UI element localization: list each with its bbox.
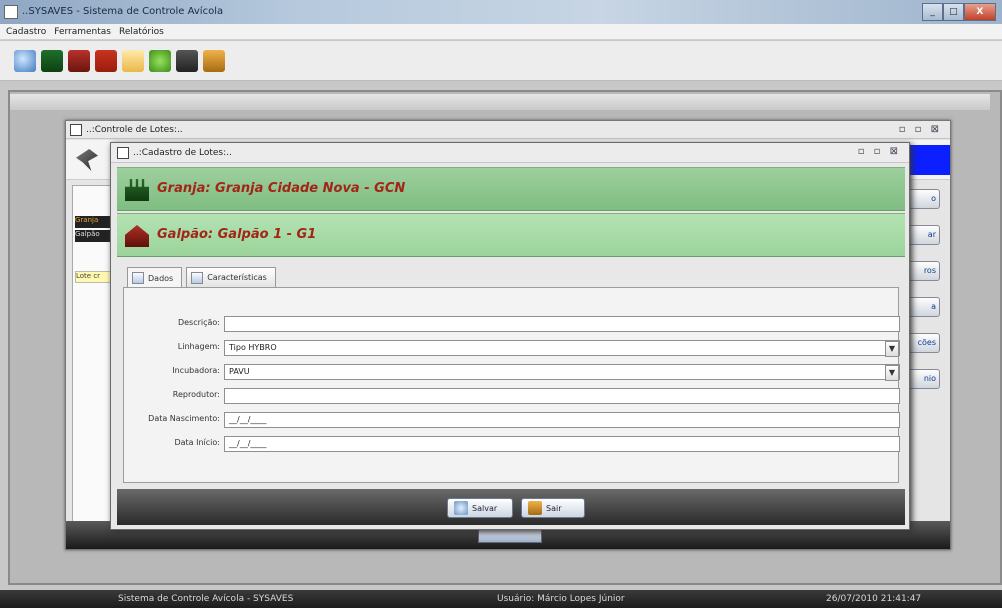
cadastro-lotes-titlebar: ..:Cadastro de Lotes:.. ▫ ▫ ⊠ bbox=[111, 143, 909, 163]
save-button[interactable]: Salvar bbox=[447, 498, 513, 518]
status-datetime: 26/07/2010 21:41:47 bbox=[826, 594, 922, 604]
descricao-row: Descrição: bbox=[124, 316, 900, 332]
data-nascimento-input[interactable]: __/__/____ bbox=[224, 412, 900, 428]
data-nascimento-row: Data Nascimento: __/__/____ bbox=[124, 412, 900, 428]
document-icon[interactable] bbox=[122, 49, 144, 72]
chevron-down-icon[interactable]: ▼ bbox=[885, 341, 899, 357]
data-inicio-value: __/__/____ bbox=[229, 439, 267, 448]
app-titlebar: ..SYSAVES - Sistema de Controle Avícola … bbox=[0, 0, 1002, 24]
save-button-label: Salvar bbox=[472, 503, 498, 513]
data-inicio-label: Data Início: bbox=[174, 438, 220, 447]
tree-granja-node[interactable]: Granja bbox=[75, 216, 111, 228]
farm-icon bbox=[125, 179, 149, 201]
window-checkbox[interactable] bbox=[117, 147, 129, 159]
reprodutor-label: Reprodutor: bbox=[172, 390, 220, 399]
world-icon[interactable] bbox=[14, 49, 36, 72]
reprodutor-input[interactable] bbox=[224, 388, 900, 404]
galpao-banner: Galpão: Galpão 1 - G1 bbox=[117, 213, 905, 257]
descricao-input[interactable] bbox=[224, 316, 900, 332]
cadastro-lotes-window: ..:Cadastro de Lotes:.. ▫ ▫ ⊠ Granja: Gr… bbox=[110, 142, 910, 530]
tab-caracteristicas[interactable]: Características bbox=[186, 267, 276, 287]
descricao-label: Descrição: bbox=[177, 318, 220, 327]
farm-icon[interactable] bbox=[41, 49, 63, 72]
menu-relatorios[interactable]: Relatórios bbox=[119, 27, 164, 37]
linhagem-row: Linhagem: Tipo HYBRO ▼ bbox=[124, 340, 900, 357]
dados-tab-panel: Descrição: Linhagem: Tipo HYBRO ▼ Incuba… bbox=[123, 287, 900, 483]
book-icon[interactable] bbox=[176, 49, 198, 72]
controle-lotes-titlebar: ..:Controle de Lotes:.. ▫ ▫ ⊠ bbox=[66, 121, 950, 139]
leaf-icon[interactable] bbox=[149, 49, 171, 72]
menu-bar: Cadastro Ferramentas Relatórios bbox=[0, 24, 1002, 40]
main-toolbar bbox=[0, 41, 1002, 81]
bird-logo-icon bbox=[76, 149, 98, 171]
data-inicio-input[interactable]: __/__/____ bbox=[224, 436, 900, 452]
incubadora-select[interactable]: PAVU ▼ bbox=[224, 364, 900, 381]
granja-banner-text: Granja: Granja Cidade Nova - GCN bbox=[157, 181, 406, 196]
linhagem-label: Linhagem: bbox=[177, 342, 220, 351]
linhagem-value: Tipo HYBRO bbox=[229, 343, 277, 352]
tree-lote-node[interactable]: Lote cr bbox=[75, 271, 111, 283]
tab-dados[interactable]: Dados bbox=[127, 267, 183, 288]
status-bar: Sistema de Controle Avícola - SYSAVES Us… bbox=[0, 590, 1002, 608]
status-system: Sistema de Controle Avícola - SYSAVES bbox=[118, 594, 294, 604]
exit-button-label: Sair bbox=[546, 503, 562, 513]
tree-galpao-node[interactable]: Galpão bbox=[75, 230, 111, 242]
document-icon bbox=[132, 272, 144, 284]
window-controls: _ □ X bbox=[922, 3, 996, 21]
app-icon bbox=[4, 5, 18, 19]
exit-door-icon[interactable] bbox=[203, 49, 225, 72]
exit-door-icon bbox=[528, 501, 542, 515]
lotes-side-buttons: o ar ros a cões nio bbox=[904, 185, 944, 505]
list-icon bbox=[191, 271, 204, 284]
menu-ferramentas[interactable]: Ferramentas bbox=[54, 27, 111, 37]
data-nascimento-label: Data Nascimento: bbox=[148, 414, 220, 423]
incubadora-label: Incubadora: bbox=[172, 366, 220, 375]
incubadora-value: PAVU bbox=[229, 367, 250, 376]
cadastro-footer: Salvar Sair bbox=[117, 489, 905, 525]
app-title: ..SYSAVES - Sistema de Controle Avícola bbox=[22, 6, 224, 17]
bird-icon[interactable] bbox=[95, 49, 117, 72]
incubadora-row: Incubadora: PAVU ▼ bbox=[124, 364, 900, 381]
data-nascimento-value: __/__/____ bbox=[229, 415, 267, 424]
status-user: Usuário: Márcio Lopes Júnior bbox=[497, 594, 625, 604]
barn-icon[interactable] bbox=[68, 49, 90, 72]
lotes-footer-button[interactable] bbox=[478, 529, 542, 543]
internal-window-controls[interactable]: ▫ ▫ ⊠ bbox=[858, 146, 901, 157]
internal-window-controls[interactable]: ▫ ▫ ⊠ bbox=[899, 124, 942, 135]
menu-cadastro[interactable]: Cadastro bbox=[6, 27, 46, 37]
tab-dados-label: Dados bbox=[148, 273, 174, 283]
barn-icon bbox=[125, 225, 149, 247]
minimize-button[interactable]: _ bbox=[922, 3, 943, 21]
window-checkbox[interactable] bbox=[70, 124, 82, 136]
linhagem-select[interactable]: Tipo HYBRO ▼ bbox=[224, 340, 900, 357]
granja-banner: Granja: Granja Cidade Nova - GCN bbox=[117, 167, 905, 211]
blue-header-panel bbox=[908, 145, 950, 175]
data-inicio-row: Data Início: __/__/____ bbox=[124, 436, 900, 452]
exit-button[interactable]: Sair bbox=[521, 498, 585, 518]
chevron-down-icon[interactable]: ▼ bbox=[885, 365, 899, 381]
desktop-band bbox=[10, 94, 990, 110]
close-button[interactable]: X bbox=[963, 3, 996, 21]
lotes-tree-panel: Granja Galpão Lote cr bbox=[72, 185, 112, 545]
tab-bar: Dados Características bbox=[127, 267, 276, 288]
tab-caracteristicas-label: Características bbox=[207, 273, 267, 282]
cadastro-lotes-title: ..:Cadastro de Lotes:.. bbox=[133, 148, 232, 158]
reprodutor-row: Reprodutor: bbox=[124, 388, 900, 404]
maximize-button[interactable]: □ bbox=[942, 3, 964, 21]
save-icon bbox=[454, 501, 468, 515]
controle-lotes-title: ..:Controle de Lotes:.. bbox=[86, 125, 183, 135]
galpao-banner-text: Galpão: Galpão 1 - G1 bbox=[157, 227, 317, 242]
